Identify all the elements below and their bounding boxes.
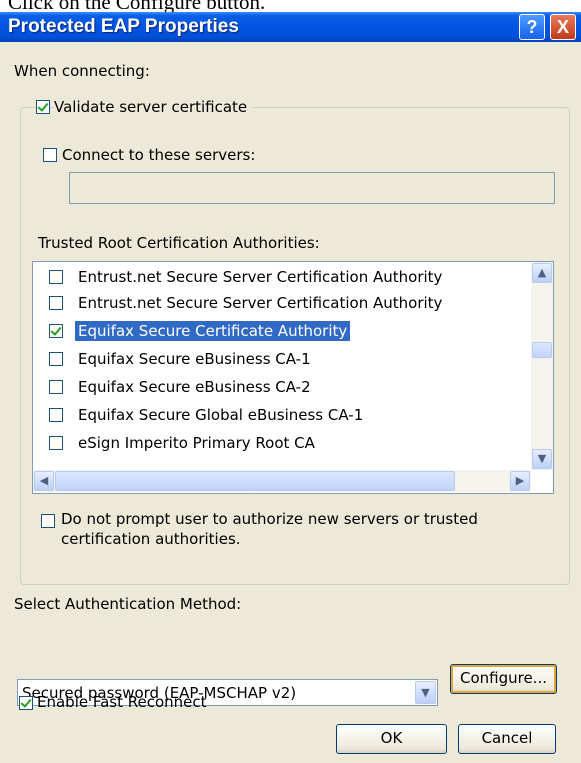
list-item[interactable]: Entrust.net Secure Server Certification … (33, 290, 513, 316)
no-prompt-label-line1: Do not prompt user to authorize new serv… (61, 510, 478, 528)
horizontal-scrollbar[interactable]: ◀ ▶ (33, 470, 531, 492)
list-item[interactable]: eSign Imperito Primary Root CA (33, 430, 513, 456)
connect-servers-checkbox[interactable] (43, 148, 57, 162)
item-checkbox[interactable] (49, 352, 63, 366)
vertical-scrollbar[interactable]: ▲ ▼ (531, 262, 553, 470)
scroll-up-icon[interactable]: ▲ (532, 263, 552, 283)
cancel-button[interactable]: Cancel (458, 724, 556, 754)
dialog-window: Protected EAP Properties ? X When connec… (0, 12, 581, 763)
no-prompt-checkbox[interactable] (41, 514, 55, 528)
servers-input[interactable] (69, 172, 555, 204)
no-prompt-label-line2: certification authorities. (61, 530, 241, 548)
fast-reconnect-label: Enable Fast Reconnect (37, 693, 207, 711)
item-label: Equifax Secure Global eBusiness CA-1 (78, 406, 364, 424)
close-button[interactable]: X (550, 14, 576, 40)
trusted-roots-label: Trusted Root Certification Authorities: (38, 234, 320, 252)
list-item[interactable]: Equifax Secure Global eBusiness CA-1 (33, 402, 513, 428)
item-label: Entrust.net Secure Server Certification … (78, 268, 443, 286)
title-bar[interactable]: Protected EAP Properties ? X (0, 12, 581, 42)
chevron-down-icon[interactable]: ▼ (415, 681, 436, 704)
scroll-left-icon[interactable]: ◀ (34, 471, 54, 491)
item-checkbox[interactable] (49, 270, 63, 284)
item-label: Equifax Secure eBusiness CA-1 (78, 350, 311, 368)
ok-button[interactable]: OK (336, 724, 447, 754)
list-item[interactable]: Entrust.net Secure Server Certification … (33, 264, 513, 290)
auth-method-label: Select Authentication Method: (14, 595, 242, 613)
validate-cert-label: Validate server certificate (54, 98, 253, 116)
scroll-down-icon[interactable]: ▼ (532, 449, 552, 469)
list-item[interactable]: Equifax Secure eBusiness CA-2 (33, 374, 513, 400)
item-checkbox[interactable] (49, 296, 63, 310)
item-label: eSign Imperito Primary Root CA (78, 434, 315, 452)
trusted-roots-list[interactable]: Entrust.net Secure Server Certification … (32, 261, 554, 494)
scroll-right-icon[interactable]: ▶ (510, 471, 530, 491)
horizontal-scroll-thumb[interactable] (55, 471, 455, 491)
item-label: Equifax Secure eBusiness CA-2 (78, 378, 311, 396)
item-checkbox[interactable] (49, 408, 63, 422)
item-checkbox[interactable] (49, 380, 63, 394)
fast-reconnect-checkbox[interactable] (19, 696, 33, 710)
configure-button[interactable]: Configure... (450, 664, 557, 694)
item-checkbox[interactable] (49, 436, 63, 450)
item-label: Equifax Secure Certificate Authority (75, 321, 351, 341)
validate-cert-checkbox[interactable] (36, 100, 50, 114)
window-title: Protected EAP Properties (8, 16, 239, 37)
when-connecting-label: When connecting: (14, 62, 150, 80)
item-label: Entrust.net Secure Server Certification … (78, 294, 443, 312)
item-checkbox[interactable] (49, 324, 63, 338)
list-item[interactable]: Equifax Secure Certificate Authority (33, 318, 513, 344)
vertical-scroll-thumb[interactable] (532, 342, 552, 358)
instruction-caption: Click on the Configure button. (8, 0, 266, 14)
connect-servers-label: Connect to these servers: (62, 146, 256, 164)
help-button[interactable]: ? (519, 14, 545, 40)
list-item[interactable]: Equifax Secure eBusiness CA-1 (33, 346, 513, 372)
